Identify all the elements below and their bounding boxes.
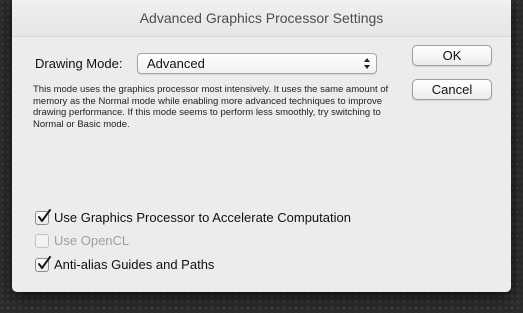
checkmark-icon [38, 256, 51, 269]
use-opencl-checkbox [35, 234, 49, 248]
anti-alias-label: Anti-alias Guides and Paths [54, 257, 215, 272]
drawing-mode-select[interactable]: Advanced [137, 53, 377, 74]
use-gpu-checkbox[interactable] [35, 209, 51, 225]
cancel-button[interactable]: Cancel [412, 79, 492, 100]
settings-dialog: Advanced Graphics Processor Settings Dra… [12, 0, 511, 292]
drawing-mode-value: Advanced [147, 56, 205, 71]
drawing-mode-label: Drawing Mode: [35, 56, 123, 71]
mode-description: This mode uses the graphics processor mo… [33, 84, 389, 130]
ok-button[interactable]: OK [412, 45, 492, 66]
use-gpu-label: Use Graphics Processor to Accelerate Com… [54, 210, 351, 225]
checkmark-icon [38, 209, 51, 222]
dialog-title: Advanced Graphics Processor Settings [12, 0, 511, 37]
up-down-chevron-icon [363, 56, 371, 71]
use-opencl-label: Use OpenCL [54, 233, 130, 248]
anti-alias-checkbox[interactable] [35, 256, 51, 272]
